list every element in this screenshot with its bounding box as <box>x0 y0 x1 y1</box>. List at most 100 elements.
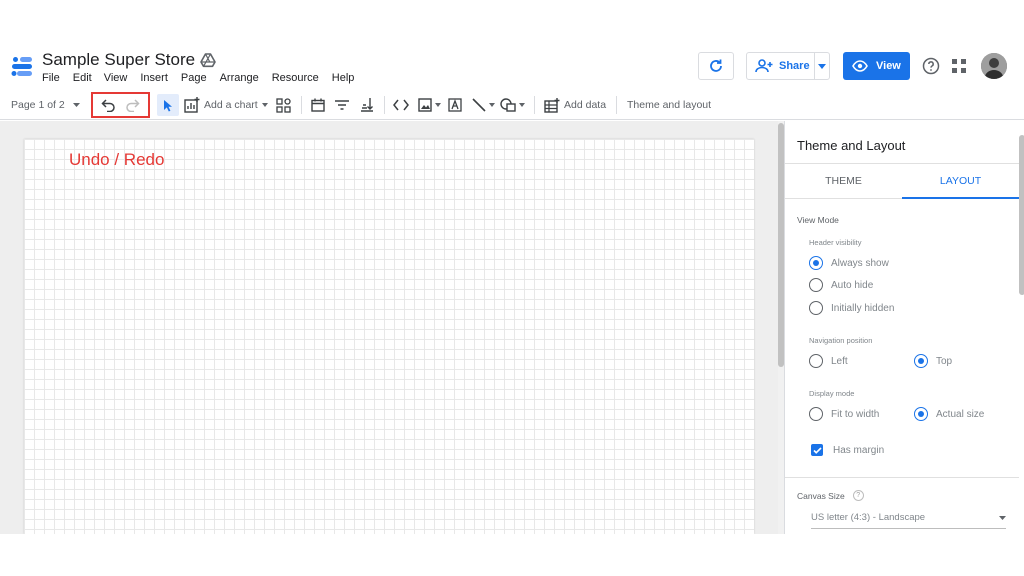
toolbar-divider <box>384 96 385 114</box>
menu-view[interactable]: View <box>104 72 128 84</box>
panel-divider <box>785 477 1019 478</box>
drive-icon <box>200 53 216 68</box>
data-studio-logo-icon[interactable] <box>10 54 34 78</box>
view-button[interactable]: View <box>843 52 910 80</box>
panel-scrollbar[interactable] <box>1019 135 1024 295</box>
date-range-button[interactable] <box>311 90 325 120</box>
header-visibility-label: Header visibility <box>809 238 862 247</box>
calendar-icon <box>311 98 325 112</box>
menu-edit[interactable]: Edit <box>73 72 92 84</box>
help-icon[interactable] <box>922 57 940 75</box>
redo-icon <box>126 99 140 112</box>
view-label: View <box>876 60 901 72</box>
sort-bars-icon <box>361 98 373 112</box>
letterbox-bottom <box>0 534 1024 576</box>
add-chart-button[interactable]: Add a chart <box>184 90 268 120</box>
app-header: Sample Super Store File Edit View Insert… <box>0 44 1024 90</box>
share-label: Share <box>779 60 810 72</box>
eye-icon <box>852 60 868 72</box>
option-actual-size[interactable]: Actual size <box>914 407 984 421</box>
share-dropdown-button[interactable] <box>815 53 829 79</box>
option-always-show[interactable]: Always show <box>809 256 889 270</box>
theme-layout-panel: Theme and Layout THEME LAYOUT View Mode … <box>784 121 1024 534</box>
redo-button[interactable] <box>124 90 140 120</box>
undo-button[interactable] <box>101 90 117 120</box>
user-photo-icon <box>981 53 1007 79</box>
left-label: Left <box>831 355 848 367</box>
caret-down-icon <box>261 103 268 107</box>
canvas-workspace <box>0 121 778 534</box>
text-button[interactable] <box>448 90 462 120</box>
radio-actual-size[interactable] <box>914 407 928 421</box>
shape-button[interactable] <box>500 90 525 120</box>
theme-and-layout-label: Theme and layout <box>627 99 712 111</box>
canvas-size-select[interactable]: US letter (4:3) - Landscape <box>811 507 1006 529</box>
add-data-button[interactable]: Add data <box>544 90 606 120</box>
radio-auto-hide[interactable] <box>809 278 823 292</box>
option-initially-hidden[interactable]: Initially hidden <box>809 301 894 315</box>
add-chart-icon <box>184 97 200 113</box>
refresh-data-button[interactable] <box>698 52 734 80</box>
undo-redo-annotation: Undo / Redo <box>69 150 165 169</box>
menu-page[interactable]: Page <box>181 72 207 84</box>
canvas-size-label: Canvas Size <box>797 490 845 501</box>
report-title[interactable]: Sample Super Store <box>42 50 195 70</box>
initially-hidden-label: Initially hidden <box>831 302 895 314</box>
check-icon <box>812 446 822 454</box>
radio-top[interactable] <box>914 354 928 368</box>
share-button[interactable]: Share <box>747 53 816 79</box>
radio-left[interactable] <box>809 354 823 368</box>
filter-control-button[interactable] <box>335 90 349 120</box>
display-mode-label: Display mode <box>809 389 855 398</box>
radio-initially-hidden[interactable] <box>809 301 823 315</box>
has-margin-label: Has margin <box>833 444 885 456</box>
caret-down-icon <box>999 515 1006 520</box>
report-canvas[interactable] <box>24 139 754 534</box>
image-icon <box>418 98 432 112</box>
caret-down-icon <box>435 103 441 107</box>
option-has-margin[interactable]: Has margin <box>811 444 884 456</box>
undo-redo-highlight <box>91 92 150 118</box>
menu-help[interactable]: Help <box>332 72 355 84</box>
menu-file[interactable]: File <box>42 72 60 84</box>
theme-and-layout-button[interactable]: Theme and layout <box>627 90 711 120</box>
caret-down-icon <box>818 63 827 69</box>
apps-grid-icon[interactable] <box>952 59 966 73</box>
option-fit-to-width[interactable]: Fit to width <box>809 407 879 421</box>
option-auto-hide[interactable]: Auto hide <box>809 278 873 292</box>
help-question-icon[interactable]: ? <box>852 490 864 501</box>
radio-fit-to-width[interactable] <box>809 407 823 421</box>
option-left[interactable]: Left <box>809 354 848 368</box>
tab-layout[interactable]: LAYOUT <box>902 164 1019 199</box>
community-viz-button[interactable] <box>276 90 291 120</box>
components-icon <box>276 97 291 113</box>
add-person-icon <box>755 59 773 73</box>
toolbar-divider <box>616 96 617 114</box>
radio-always-show[interactable] <box>809 256 823 270</box>
page-selector[interactable]: Page 1 of 2 <box>11 90 80 120</box>
select-tool-button[interactable] <box>157 94 179 116</box>
caret-down-icon <box>489 103 495 107</box>
line-button[interactable] <box>472 90 495 120</box>
option-top[interactable]: Top <box>914 354 952 368</box>
cursor-arrow-icon <box>164 99 172 111</box>
data-control-button[interactable] <box>360 90 374 120</box>
user-avatar[interactable] <box>981 53 1007 79</box>
has-margin-checkbox[interactable] <box>811 444 823 456</box>
menu-resource[interactable]: Resource <box>272 72 319 84</box>
menu-arrange[interactable]: Arrange <box>220 72 259 84</box>
text-box-icon <box>448 98 462 112</box>
auto-hide-label: Auto hide <box>831 279 874 291</box>
url-embed-button[interactable] <box>393 90 409 120</box>
image-button[interactable] <box>418 90 441 120</box>
fit-to-width-label: Fit to width <box>831 408 880 420</box>
tab-theme[interactable]: THEME <box>785 164 902 198</box>
view-mode-label: View Mode <box>797 215 839 225</box>
canvas-size-value: US letter (4:3) - Landscape <box>811 512 926 523</box>
toolbar-divider <box>301 96 302 114</box>
panel-title: Theme and Layout <box>797 138 906 153</box>
shapes-icon <box>500 98 516 112</box>
line-icon <box>472 98 486 112</box>
menu-insert[interactable]: Insert <box>140 72 168 84</box>
filter-lines-icon <box>335 100 349 110</box>
